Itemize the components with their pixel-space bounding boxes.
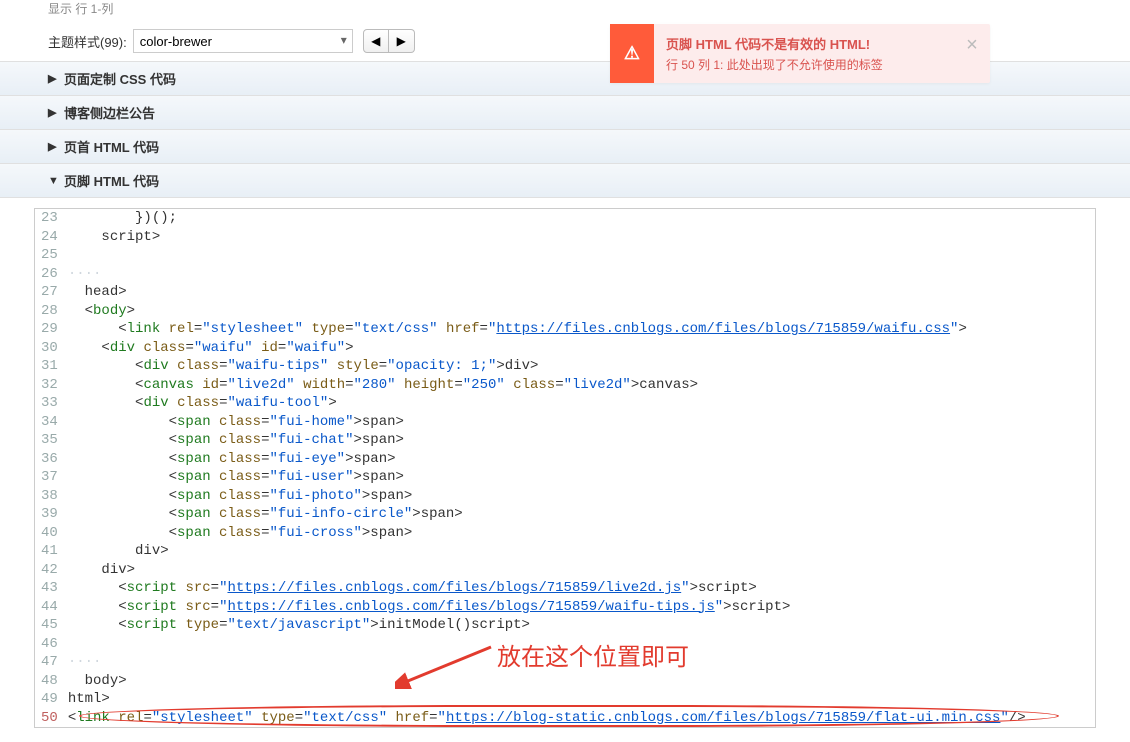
chevron-right-icon: ▶ (48, 106, 58, 119)
code-line[interactable]: <span class="fui-chat">span> (68, 431, 1087, 450)
code-line[interactable]: script> (68, 228, 1087, 247)
chevron-right-icon: ▶ (48, 72, 58, 85)
code-line[interactable] (68, 246, 1087, 265)
line-gutter: 2324252627282930313233343536373839404142… (35, 209, 66, 727)
accordion-label: 博客侧边栏公告 (64, 103, 155, 122)
annotation-text: 放在这个位置即可 (497, 637, 689, 672)
accordion-header-1[interactable]: ▶ 博客侧边栏公告 (0, 96, 1130, 129)
code-line[interactable]: <span class="fui-home">span> (68, 413, 1087, 432)
theme-label: 主题样式(99): (48, 32, 127, 51)
code-line[interactable]: <canvas id="live2d" width="280" height="… (68, 376, 1087, 395)
code-line[interactable]: <span class="fui-info-circle">span> (68, 505, 1087, 524)
page-root: 显示 行 1-列 主题样式(99): color-brewer ◀ ▶ ⚠ 页脚… (0, 0, 1130, 728)
warning-icon: ⚠ (610, 24, 654, 83)
code-line[interactable]: <span class="fui-cross">span> (68, 524, 1087, 543)
code-line[interactable]: <div class="waifu-tool"> (68, 394, 1087, 413)
code-line[interactable]: })(); (68, 209, 1087, 228)
code-line[interactable]: <body> (68, 302, 1087, 321)
code-line[interactable]: <link rel="stylesheet" type="text/css" h… (68, 320, 1087, 339)
accordion-label: 页面定制 CSS 代码 (64, 69, 176, 88)
accordion-header-2[interactable]: ▶ 页首 HTML 代码 (0, 130, 1130, 163)
code-line[interactable]: html> (68, 690, 1087, 709)
code-line[interactable]: <div class="waifu" id="waifu"> (68, 339, 1087, 358)
code-editor[interactable]: 2324252627282930313233343536373839404142… (34, 208, 1096, 728)
code-line[interactable]: <link rel="stylesheet" type="text/css" h… (68, 709, 1087, 728)
accordion-header-3[interactable]: ▼ 页脚 HTML 代码 (0, 164, 1130, 197)
alert-title: 页脚 HTML 代码不是有效的 HTML! (666, 34, 942, 53)
code-line[interactable]: <script src="https://files.cnblogs.com/f… (68, 579, 1087, 598)
accordion-label: 页首 HTML 代码 (64, 137, 159, 156)
code-line[interactable]: head> (68, 283, 1087, 302)
code-line[interactable]: div> (68, 542, 1087, 561)
code-line[interactable]: <span class="fui-photo">span> (68, 487, 1087, 506)
theme-prev-button[interactable]: ◀ (363, 29, 389, 53)
code-line[interactable]: <script type="text/javascript">initModel… (68, 616, 1087, 635)
truncated-label: 显示 行 1-列 (0, 0, 1130, 21)
alert-close-button[interactable]: × (954, 24, 990, 57)
code-line[interactable]: div> (68, 561, 1087, 580)
accordion-label: 页脚 HTML 代码 (64, 171, 159, 190)
code-line[interactable]: body> (68, 672, 1087, 691)
alert-message: 行 50 列 1: 此处出现了不允许使用的标签 (666, 56, 942, 73)
theme-select[interactable]: color-brewer (133, 29, 353, 53)
chevron-down-icon: ▼ (48, 175, 58, 187)
code-line[interactable]: <span class="fui-eye">span> (68, 450, 1087, 469)
code-line[interactable]: <span class="fui-user">span> (68, 468, 1087, 487)
code-line[interactable]: <script src="https://files.cnblogs.com/f… (68, 598, 1087, 617)
code-line[interactable]: <div class="waifu-tips" style="opacity: … (68, 357, 1087, 376)
validation-alert: ⚠ 页脚 HTML 代码不是有效的 HTML! 行 50 列 1: 此处出现了不… (610, 24, 990, 83)
chevron-right-icon: ▶ (48, 140, 58, 153)
code-line[interactable]: ···· (68, 265, 1087, 284)
theme-next-button[interactable]: ▶ (389, 29, 415, 53)
